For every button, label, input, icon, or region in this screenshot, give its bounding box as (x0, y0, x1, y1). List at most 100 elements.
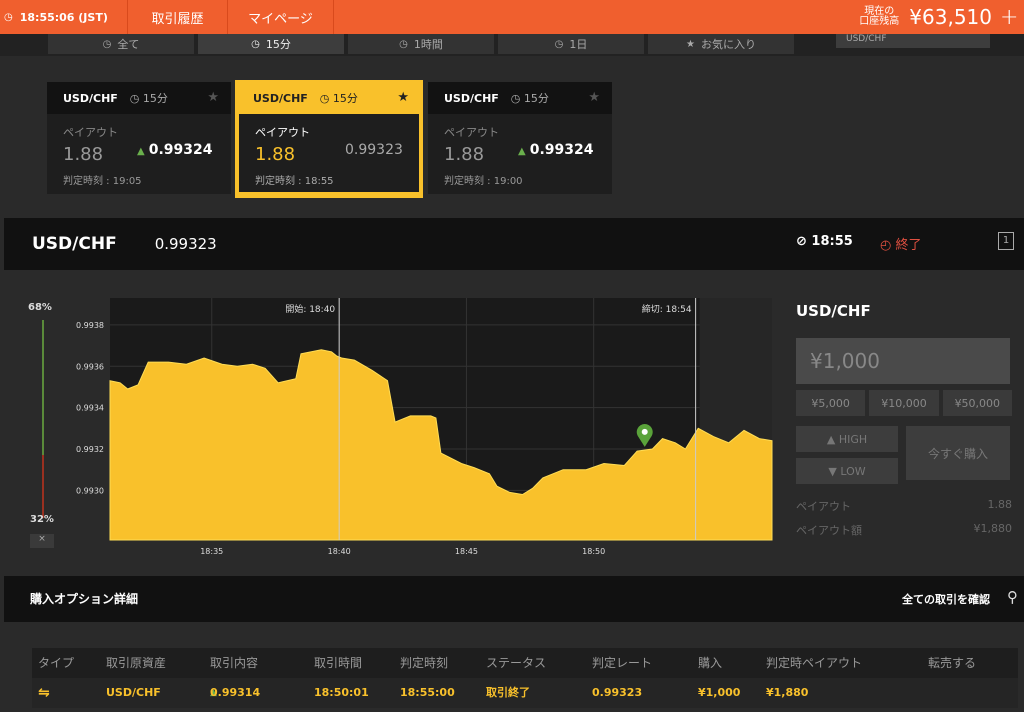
card-pair: USD/CHF (253, 91, 308, 105)
cell-judge-time: 18:55:00 (400, 686, 455, 699)
star-icon[interactable]: ★ (397, 90, 409, 105)
history-icon: ◴ (880, 238, 896, 253)
cell-asset: USD/CHF (106, 686, 161, 699)
status-closed-text: 終了 (895, 238, 922, 253)
high-button[interactable]: ▲ HIGH (796, 426, 898, 452)
selected-pair-bar: USD/CHF 0.99323 ⊘ 18:55 ◴ 終了 1 (4, 218, 1024, 270)
nav-mypage-label: マイページ (248, 11, 313, 27)
payout-value: 1.88 (987, 498, 1013, 511)
clock-icon: ◷ (510, 92, 524, 105)
tab-favorites[interactable]: ★ お気に入り (648, 34, 794, 54)
clock-icon: ◷ (102, 38, 112, 50)
up-arrow-icon: ▲ (826, 432, 839, 446)
meter-low-fill (42, 454, 44, 518)
x-tick-label: 18:35 (200, 547, 223, 556)
option-card-selected[interactable]: USD/CHF ◷ 15分 ★ ペイアウト 1.88 0.99323 判定時刻 … (235, 80, 423, 198)
card-rate-value: 0.99324 (529, 142, 594, 158)
quick-amount-50000[interactable]: ¥50,000 (942, 390, 1012, 416)
amount-input[interactable]: ¥1,000 (796, 338, 1010, 384)
card-timeframe: ◷ 15分 (511, 90, 549, 106)
clock-icon: ◷ (251, 38, 260, 50)
direction-column: ▲ HIGH ▼ LOW (796, 426, 898, 490)
y-tick-label: 0.9934 (76, 404, 104, 413)
cell-purchase: ¥1,000 (698, 686, 741, 699)
card-rate-value: 0.99323 (345, 142, 403, 158)
buy-now-button[interactable]: 今すぐ購入 (906, 426, 1010, 480)
nav-mypage[interactable]: マイページ (228, 0, 334, 34)
card-timeframe: ◷ 15分 (320, 90, 358, 106)
cell-judge-rate: 0.99323 (592, 686, 643, 699)
tab-15min-label: 15分 (265, 38, 291, 51)
clock-icon: ◷ (554, 38, 564, 50)
cell-status: 取引終了 (486, 686, 530, 699)
nav-trade-history[interactable]: 取引履歴 (128, 0, 228, 34)
view-all-trades-link[interactable]: 全ての取引を確認 (902, 591, 990, 607)
asset-search-input[interactable]: USD/CHF (836, 34, 990, 48)
option-cards: USD/CHF ◷ 15分 ★ ペイアウト 1.88 ▲ 0.99324 判定時刻… (0, 56, 1024, 218)
star-icon[interactable]: ★ (207, 90, 219, 105)
server-time: ◷ 18:55:06 (JST) (0, 0, 128, 34)
purchase-details-bar: 購入オプション詳細 全ての取引を確認 ⚲ (4, 576, 1024, 622)
card-pair: USD/CHF (444, 91, 499, 105)
balance-label-line2: 口座残高 (859, 16, 900, 27)
card-payout-label: ペイアウト (255, 126, 310, 139)
top-bar: ◷ 18:55:06 (JST) 取引履歴 マイページ 現在の 口座残高 ¥63… (0, 0, 1024, 34)
quick-amount-10000[interactable]: ¥10,000 (869, 390, 939, 416)
col-type: タイプ (38, 656, 75, 670)
quick-amount-5000[interactable]: ¥5,000 (796, 390, 866, 416)
col-asset: 取引原資産 (106, 656, 167, 670)
tab-all[interactable]: ◷ 全て (48, 34, 194, 54)
start-label: 開始: 18:40 (285, 303, 335, 315)
account-balance: 現在の 口座残高 ¥63,510 + (853, 0, 1024, 34)
up-arrow-icon: ▲ (518, 146, 526, 157)
server-time-text: 18:55:06 (JST) (19, 10, 108, 24)
tab-1hour[interactable]: ◷ 1時間 (348, 34, 494, 54)
meter-close-button[interactable]: × (30, 534, 54, 548)
tab-15min[interactable]: ◷ 15分 (198, 34, 344, 54)
cell-judge-payout: ¥1,880 (766, 686, 809, 699)
balance-amount: ¥63,510 (909, 5, 992, 29)
star-icon[interactable]: ★ (588, 90, 600, 105)
search-icon[interactable]: ⚲ (1007, 588, 1018, 606)
direction-buttons: ▲ HIGH ▼ LOW 今すぐ購入 (796, 426, 1012, 490)
option-card[interactable]: USD/CHF ◷ 15分 ★ ペイアウト 1.88 ▲ 0.99324 判定時刻… (428, 82, 612, 194)
entry-marker-dot (641, 428, 648, 435)
col-judge-rate: 判定レート (592, 656, 653, 670)
star-icon: ★ (686, 38, 695, 50)
table-row[interactable]: ⇋ USD/CHF ▲ 0.99314 18:50:01 18:55:00 取引… (32, 678, 1018, 708)
clock-icon: ◷ (319, 92, 333, 105)
card-body: ペイアウト 1.88 ▲ 0.99324 判定時刻 : 19:05 (47, 114, 231, 194)
cell-trade-time: 18:50:01 (314, 686, 369, 699)
clock-icon: ◷ (129, 92, 143, 105)
cell-content-value: 0.99314 (210, 686, 261, 699)
table-header: タイプ 取引原資産 取引内容 取引時間 判定時刻 ステータス 判定レート 購入 … (32, 648, 1018, 678)
sentiment-meter: 68% 32% × (28, 302, 56, 548)
clock-icon: ◷ (4, 11, 13, 23)
nav-trade-history-label: 取引履歴 (151, 11, 204, 27)
y-tick-label: 0.9932 (76, 445, 104, 454)
expiry-time: ⊘ 18:55 (796, 234, 853, 249)
end-label: 締切: 18:54 (642, 303, 692, 315)
low-button[interactable]: ▼ LOW (796, 458, 898, 484)
pair-name: USD/CHF (32, 234, 117, 254)
col-trade-time: 取引時間 (314, 656, 363, 670)
expiry-time-text: 18:55 (811, 234, 853, 249)
x-tick-label: 18:40 (328, 547, 351, 556)
deposit-plus-icon[interactable]: + (1000, 5, 1024, 30)
card-body: ペイアウト 1.88 0.99323 判定時刻 : 18:55 (239, 114, 419, 192)
expand-icon[interactable]: 1 (998, 232, 1014, 250)
card-rate: ▲ 0.99324 (137, 142, 212, 158)
col-status: ステータス (486, 656, 547, 670)
trade-table: タイプ 取引原資産 取引内容 取引時間 判定時刻 ステータス 判定レート 購入 … (0, 622, 1024, 712)
card-header: USD/CHF ◷ 15分 ★ (428, 82, 612, 114)
tab-1day[interactable]: ◷ 1日 (498, 34, 644, 54)
balance-label: 現在の 口座残高 (853, 7, 905, 27)
col-resell: 転売する (928, 656, 977, 670)
payout-row: ペイアウト 1.88 (796, 498, 1012, 514)
card-payout-label: ペイアウト (444, 126, 499, 139)
price-chart: 開始: 18:40 締切: 18:54 0.9938 0.9936 0.9934 0.99… (76, 298, 773, 556)
y-tick-label: 0.9938 (76, 321, 104, 330)
meter-bar (42, 320, 44, 518)
asset-search-text: USD/CHF (846, 34, 887, 44)
option-card[interactable]: USD/CHF ◷ 15分 ★ ペイアウト 1.88 ▲ 0.99324 判定時刻… (47, 82, 231, 194)
